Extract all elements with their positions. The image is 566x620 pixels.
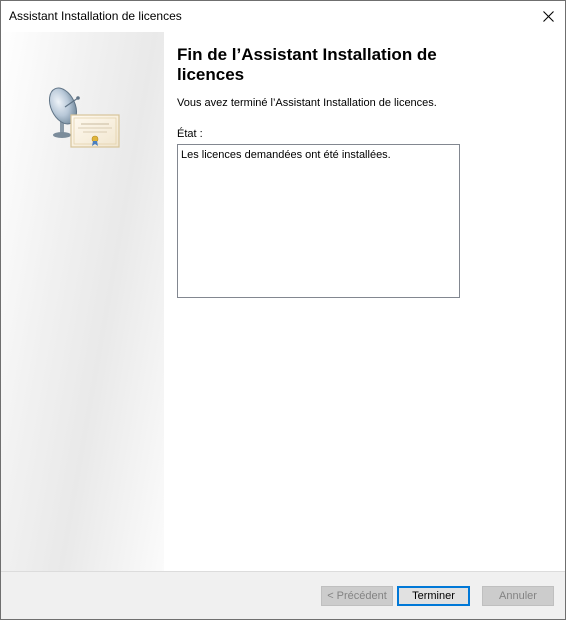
close-icon (543, 11, 554, 22)
close-button[interactable] (531, 1, 565, 32)
window-title: Assistant Installation de licences (9, 9, 182, 23)
previous-button[interactable]: < Précédent (321, 586, 393, 606)
title-bar[interactable]: Assistant Installation de licences (1, 1, 565, 32)
button-bar: < Précédent Terminer Annuler (1, 572, 565, 619)
cancel-button[interactable]: Annuler (482, 586, 554, 606)
page-title: Fin de l’Assistant Installation de licen… (177, 45, 437, 84)
completion-description: Vous avez terminé l’Assistant Installati… (177, 97, 437, 109)
status-label: État : (177, 128, 203, 140)
satellite-dish-certificate-icon (48, 87, 120, 148)
wizard-side-banner (1, 32, 164, 571)
status-text: Les licences demandées ont été installée… (181, 149, 391, 161)
wizard-window: Assistant Installation de licences Fin d… (0, 0, 566, 620)
status-textbox[interactable]: Les licences demandées ont été installée… (177, 144, 460, 298)
finish-button[interactable]: Terminer (397, 586, 470, 606)
wizard-content: Fin de l’Assistant Installation de licen… (164, 32, 565, 571)
